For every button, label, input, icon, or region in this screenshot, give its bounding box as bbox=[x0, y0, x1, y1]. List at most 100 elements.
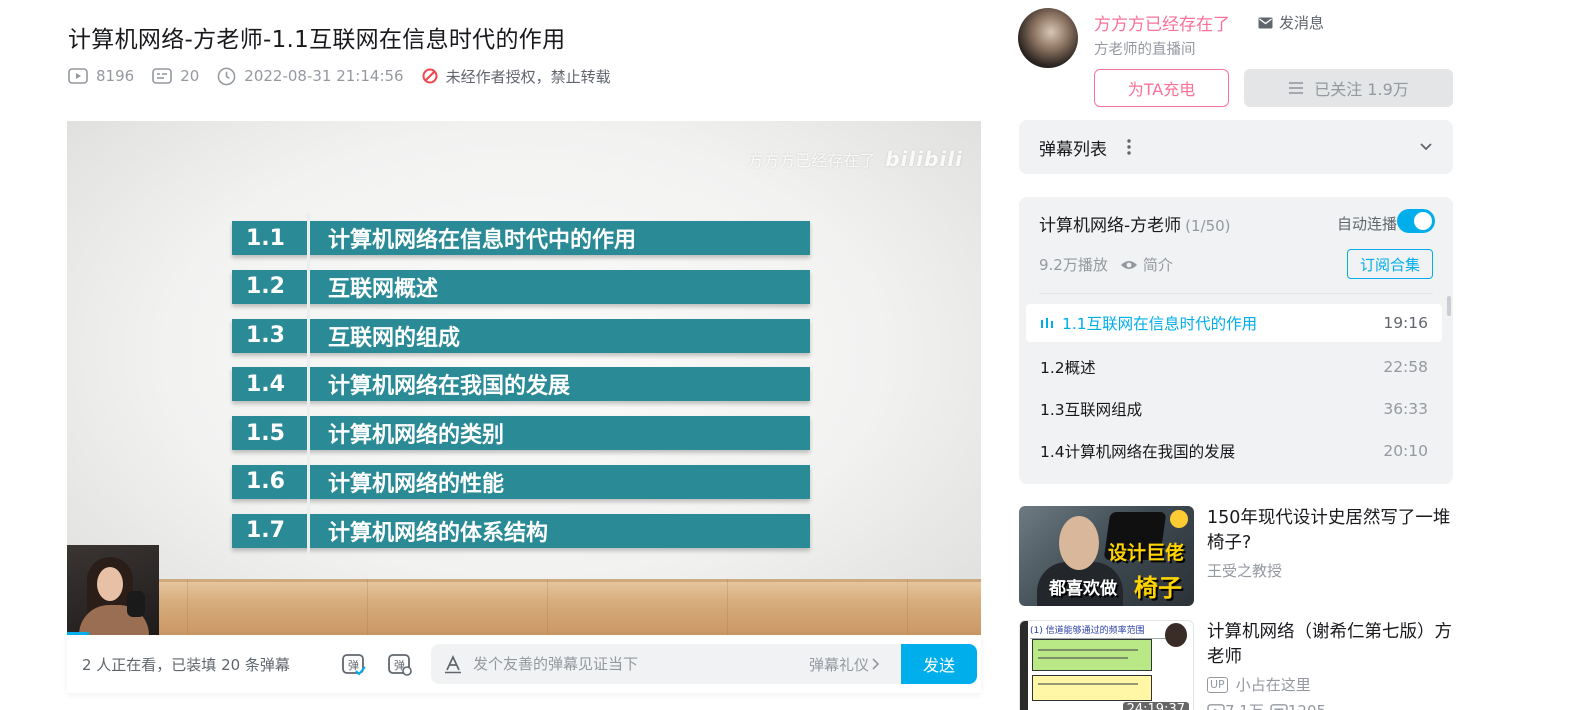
text-style-icon[interactable] bbox=[443, 654, 463, 674]
danmaku-input[interactable] bbox=[473, 655, 793, 673]
send-message-link[interactable]: 发消息 bbox=[1258, 12, 1324, 33]
eye-icon bbox=[1120, 260, 1137, 269]
uploader-name[interactable]: 方方方已经存在了 bbox=[1094, 10, 1230, 35]
collection-title[interactable]: 计算机网络-方老师 (1/50) bbox=[1039, 211, 1231, 236]
collection-intro-label: 简介 bbox=[1142, 256, 1173, 274]
view-count: 8196 bbox=[68, 67, 134, 85]
clock-icon bbox=[217, 67, 236, 85]
collection-panel: 计算机网络-方老师 (1/50) 自动连播 9.2万播放 简介 订阅合集 1.1互… bbox=[1019, 197, 1453, 484]
recommended-video-title[interactable]: 计算机网络（谢希仁第七版）方老师 bbox=[1207, 620, 1457, 670]
slide-row-num: 1.3 bbox=[246, 323, 285, 349]
up-tag-icon: UP bbox=[1207, 676, 1228, 693]
bilibili-logo-icon: bilibili bbox=[885, 147, 963, 171]
danmaku-count: 20 bbox=[152, 67, 199, 85]
episode-title: 1.3互联网组成 bbox=[1040, 401, 1143, 419]
presenter-avatar-icon bbox=[1165, 623, 1187, 647]
danmaku-count-icon bbox=[152, 68, 172, 84]
charge-button[interactable]: 为TA充电 bbox=[1094, 69, 1229, 107]
video-duration-badge: 24:19:37 bbox=[1122, 702, 1189, 710]
collection-divider bbox=[1039, 293, 1433, 294]
slide-toc: 1.1 计算机网络在信息时代中的作用 1.2 互联网概述 1.3 互联网的组成 1.4… bbox=[232, 221, 810, 563]
danmaku-input-box: 弹幕礼仪 bbox=[431, 644, 901, 684]
viewer-status: 2 人正在看，已装填 20 条弹幕 bbox=[82, 655, 290, 674]
recommended-video-uploader[interactable]: 王受之教授 bbox=[1207, 560, 1282, 581]
collection-plays: 9.2万播放 bbox=[1039, 256, 1108, 274]
follow-label: 已关注 1.9万 bbox=[1314, 80, 1409, 99]
slide-row: 1.7 计算机网络的体系结构 bbox=[232, 513, 810, 548]
recommended-video[interactable]: (1) 信道能够通过的频率范围 24:19:37 计算机网络（谢希仁第七版）方老… bbox=[1019, 620, 1459, 710]
slide-row: 1.5 计算机网络的类别 bbox=[232, 416, 810, 451]
collection-scrollbar[interactable] bbox=[1447, 296, 1451, 316]
episode-item[interactable]: 1.3互联网组成 36:33 bbox=[1026, 388, 1442, 430]
video-player[interactable]: 方方方已经存在了 bilibili 1.1 计算机网络在信息时代中的作用 1.2 互… bbox=[67, 121, 981, 635]
episode-item[interactable]: 1.2概述 22:58 bbox=[1026, 346, 1442, 388]
danmaku-list-header[interactable]: 弹幕列表 bbox=[1019, 120, 1453, 174]
more-vertical-icon[interactable] bbox=[1127, 138, 1131, 156]
episode-item[interactable]: 1.4计算机网络在我国的发展 20:10 bbox=[1026, 430, 1442, 472]
forbidden-icon bbox=[422, 68, 438, 84]
slide-row: 1.4 计算机网络在我国的发展 bbox=[232, 367, 810, 402]
autoplay-toggle[interactable] bbox=[1397, 209, 1435, 233]
emoji-icon bbox=[1170, 510, 1188, 528]
chevron-down-icon[interactable] bbox=[1419, 142, 1433, 152]
publish-time-value: 2022-08-31 21:14:56 bbox=[244, 67, 404, 85]
thumbnail-caption: 都喜欢做 bbox=[1049, 579, 1117, 599]
uploader-description: 方老师的直播间 bbox=[1094, 42, 1196, 58]
follow-button[interactable]: 已关注 1.9万 bbox=[1244, 69, 1453, 107]
episode-title: 1.2概述 bbox=[1040, 359, 1096, 377]
slide-row-num: 1.1 bbox=[246, 225, 285, 251]
collection-progress: (1/50) bbox=[1185, 217, 1231, 235]
chevron-right-icon bbox=[872, 658, 880, 670]
episode-item-active[interactable]: 1.1互联网在信息时代的作用 19:16 bbox=[1026, 304, 1442, 342]
recommended-video-stats: 7.1万 1205 bbox=[1207, 700, 1332, 710]
slide-row-num: 1.7 bbox=[246, 518, 285, 544]
recommended-views: 7.1万 bbox=[1225, 700, 1264, 710]
collection-intro-link[interactable]: 简介 bbox=[1120, 254, 1173, 275]
danmaku-settings-icon: 弹 bbox=[388, 654, 412, 676]
recommended-video-thumbnail[interactable]: (1) 信道能够通过的频率范围 24:19:37 bbox=[1019, 620, 1194, 710]
episode-duration: 20:10 bbox=[1383, 442, 1428, 460]
recommended-video-title[interactable]: 150年现代设计史居然写了一堆椅子? bbox=[1207, 506, 1457, 556]
danmaku-toggle-button[interactable]: 弹 bbox=[340, 650, 368, 678]
recommended-video-thumbnail[interactable]: 设计巨佬 都喜欢做 椅子 bbox=[1019, 506, 1194, 606]
play-count-icon bbox=[68, 68, 88, 84]
publish-time: 2022-08-31 21:14:56 bbox=[217, 67, 404, 86]
danmaku-etiquette-label: 弹幕礼仪 bbox=[809, 655, 870, 674]
recommended-video-uploader[interactable]: UP 小占在这里 bbox=[1207, 674, 1311, 695]
danmaku-list-label: 弹幕列表 bbox=[1039, 139, 1107, 160]
danmaku-count-value: 20 bbox=[180, 67, 200, 85]
copyright-notice: 未经作者授权，禁止转载 bbox=[422, 66, 611, 87]
slide-row: 1.2 互联网概述 bbox=[232, 269, 810, 304]
collection-stats: 9.2万播放 简介 bbox=[1039, 254, 1173, 275]
slide-row-text: 计算机网络的体系结构 bbox=[328, 520, 549, 546]
episode-duration: 19:16 bbox=[1383, 314, 1428, 332]
video-page: 计算机网络-方老师-1.1互联网在信息时代的作用 8196 20 2022-08… bbox=[0, 0, 1577, 710]
slide-row-text: 计算机网络在信息时代中的作用 bbox=[328, 228, 637, 253]
slide-row-text: 计算机网络的性能 bbox=[328, 471, 505, 497]
mail-icon bbox=[1258, 17, 1273, 28]
recommended-danmaku: 1205 bbox=[1288, 702, 1326, 710]
episode-title: 1.1互联网在信息时代的作用 bbox=[1062, 315, 1258, 333]
video-meta: 8196 20 2022-08-31 21:14:56 未经作者授权，禁止转载 bbox=[68, 66, 629, 86]
thumbnail-caption: 椅子 bbox=[1134, 574, 1182, 602]
slide-row-num: 1.6 bbox=[246, 469, 285, 495]
slide-row-text: 互联网概述 bbox=[328, 276, 439, 302]
video-title: 计算机网络-方老师-1.1互联网在信息时代的作用 bbox=[68, 27, 566, 53]
send-danmaku-button[interactable]: 发送 bbox=[901, 644, 977, 684]
copyright-text: 未经作者授权，禁止转载 bbox=[445, 67, 611, 86]
slide-row-text: 计算机网络在我国的发展 bbox=[328, 374, 571, 400]
subscribe-collection-button[interactable]: 订阅合集 bbox=[1347, 249, 1433, 279]
slide-row-text: 互联网的组成 bbox=[328, 325, 461, 351]
thumbnail-caption: (1) 信道能够通过的频率范围 bbox=[1030, 623, 1171, 639]
recommended-uploader-name: 小占在这里 bbox=[1235, 676, 1311, 694]
uploader-avatar[interactable] bbox=[1018, 8, 1078, 68]
watermark: 方方方已经存在了 bilibili bbox=[747, 147, 963, 171]
view-count-value: 8196 bbox=[96, 67, 135, 85]
episode-duration: 36:33 bbox=[1383, 400, 1428, 418]
thumbnail-caption: 设计巨佬 bbox=[1107, 542, 1184, 564]
danmaku-settings-button[interactable]: 弹 bbox=[386, 650, 414, 678]
recommended-uploader-name: 王受之教授 bbox=[1207, 562, 1283, 580]
slide-row: 1.3 互联网的组成 bbox=[232, 318, 810, 353]
recommended-video[interactable]: 设计巨佬 都喜欢做 椅子 150年现代设计史居然写了一堆椅子? 王受之教授 bbox=[1019, 506, 1459, 606]
danmaku-etiquette-link[interactable]: 弹幕礼仪 bbox=[809, 654, 881, 675]
